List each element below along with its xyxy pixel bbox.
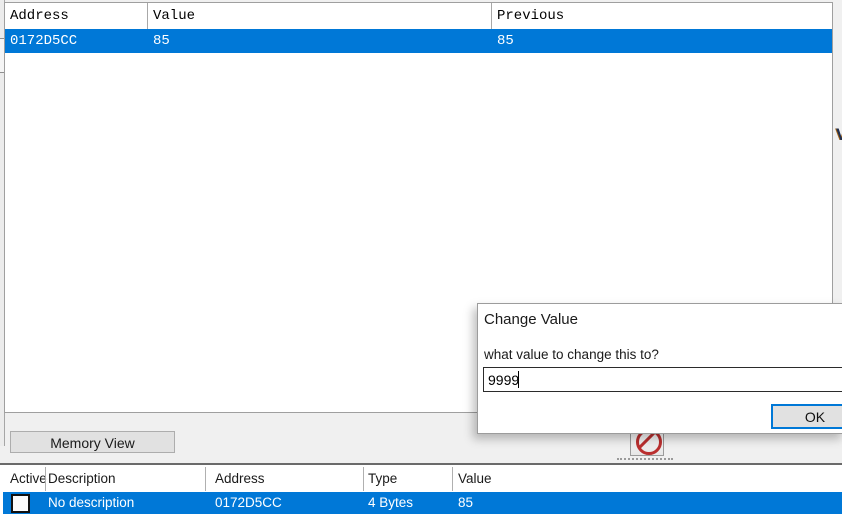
memory-view-button[interactable]: Memory View xyxy=(10,431,175,453)
found-list-header: Address Value Previous xyxy=(5,3,832,29)
column-header-address[interactable]: Address xyxy=(215,467,265,491)
cell-value[interactable]: 85 xyxy=(148,29,492,53)
cell-address[interactable]: 0172D5CC xyxy=(5,29,148,53)
column-header-value[interactable]: Value xyxy=(148,3,492,29)
cell-previous[interactable]: 85 xyxy=(492,29,832,53)
address-list-panel: Active Description Address Type Value No… xyxy=(0,463,842,520)
text-caret xyxy=(518,371,519,388)
value-input[interactable] xyxy=(483,367,842,392)
cell-value[interactable]: 85 xyxy=(458,492,473,514)
column-header-description[interactable]: Description xyxy=(48,467,116,491)
address-list-selected-row[interactable]: No description 0172D5CC 4 Bytes 85 xyxy=(3,492,842,514)
cell-address[interactable]: 0172D5CC xyxy=(215,492,282,514)
found-list-selected-row[interactable]: 0172D5CC 85 85 xyxy=(5,29,832,53)
dialog-prompt-label: what value to change this to? xyxy=(484,347,659,362)
panel-splitter-handle[interactable] xyxy=(617,458,673,460)
change-value-dialog: Change Value what value to change this t… xyxy=(477,303,842,434)
column-separator xyxy=(452,467,453,491)
clipped-edge-glyph: V xyxy=(834,125,842,145)
ok-button[interactable]: OK xyxy=(771,404,842,429)
column-header-type[interactable]: Type xyxy=(368,467,397,491)
column-separator xyxy=(363,467,364,491)
cell-description[interactable]: No description xyxy=(48,492,134,514)
column-header-value[interactable]: Value xyxy=(458,467,492,491)
column-header-active[interactable]: Active xyxy=(10,467,47,491)
column-header-address[interactable]: Address xyxy=(5,3,148,29)
address-list-header: Active Description Address Type Value xyxy=(0,467,842,491)
column-separator xyxy=(45,467,46,491)
column-separator xyxy=(205,467,206,491)
cheat-engine-window: { "colors": { "selection_blue": "#0078d7… xyxy=(0,0,842,520)
cell-type[interactable]: 4 Bytes xyxy=(368,492,413,514)
dialog-title: Change Value xyxy=(484,311,578,328)
active-checkbox[interactable] xyxy=(11,494,30,513)
column-header-previous[interactable]: Previous xyxy=(492,3,832,29)
